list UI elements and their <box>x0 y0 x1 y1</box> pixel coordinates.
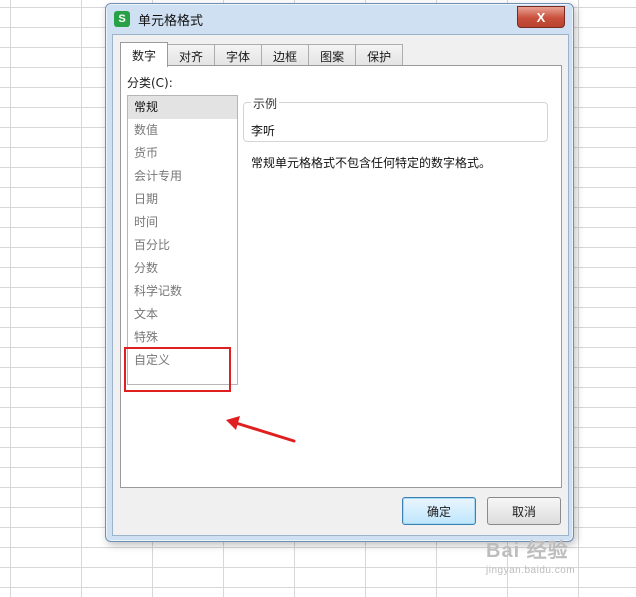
annotation-arrow-icon <box>226 416 296 443</box>
dialog-title: 单元格格式 <box>138 13 204 29</box>
category-item-time[interactable]: 时间 <box>128 211 237 234</box>
watermark-sub: jingyan.baidu.com <box>486 565 576 576</box>
category-item-date[interactable]: 日期 <box>128 188 237 211</box>
category-item-special[interactable]: 特殊 <box>128 326 237 349</box>
tab-pattern[interactable]: 图案 <box>308 44 357 67</box>
format-cells-dialog: S 单元格格式 X 数字 对齐 字体 边框 图案 保护 分类(C): 常规 数值… <box>105 3 574 542</box>
sample-value: 李听 <box>251 124 276 138</box>
format-description: 常规单元格格式不包含任何特定的数字格式。 <box>251 156 492 170</box>
custom-highlight-box <box>124 347 231 392</box>
number-tab-panel: 分类(C): 常规 数值 货币 会计专用 日期 时间 百分比 分数 科学记数 文… <box>120 65 562 488</box>
category-list[interactable]: 常规 数值 货币 会计专用 日期 时间 百分比 分数 科学记数 文本 特殊 自定… <box>127 95 238 385</box>
wps-app-icon: S <box>114 11 130 27</box>
sample-legend: 示例 <box>251 95 280 112</box>
category-item-percentage[interactable]: 百分比 <box>128 234 237 257</box>
title-bar: S 单元格格式 X <box>106 4 573 34</box>
tab-font[interactable]: 字体 <box>214 44 263 67</box>
tab-strip: 数字 对齐 字体 边框 图案 保护 <box>120 42 404 67</box>
dialog-body: 数字 对齐 字体 边框 图案 保护 分类(C): 常规 数值 货币 会计专用 日… <box>112 34 569 536</box>
category-item-text[interactable]: 文本 <box>128 303 237 326</box>
ok-button[interactable]: 确定 <box>402 497 476 525</box>
close-button[interactable]: X <box>517 6 565 28</box>
category-item-number[interactable]: 数值 <box>128 119 237 142</box>
watermark-main: Bai 经验 <box>486 540 569 562</box>
category-item-general[interactable]: 常规 <box>128 96 237 119</box>
category-item-currency[interactable]: 货币 <box>128 142 237 165</box>
category-item-scientific[interactable]: 科学记数 <box>128 280 237 303</box>
sample-groupbox <box>243 102 548 142</box>
tab-protection[interactable]: 保护 <box>355 44 404 67</box>
baidu-watermark: Bai 经验 jingyan.baidu.com <box>486 534 575 576</box>
tab-alignment[interactable]: 对齐 <box>167 44 216 67</box>
category-label: 分类(C): <box>127 76 173 90</box>
cancel-button[interactable]: 取消 <box>487 497 561 525</box>
category-item-fraction[interactable]: 分数 <box>128 257 237 280</box>
tab-border[interactable]: 边框 <box>261 44 310 67</box>
tab-number[interactable]: 数字 <box>120 42 169 67</box>
category-item-accounting[interactable]: 会计专用 <box>128 165 237 188</box>
